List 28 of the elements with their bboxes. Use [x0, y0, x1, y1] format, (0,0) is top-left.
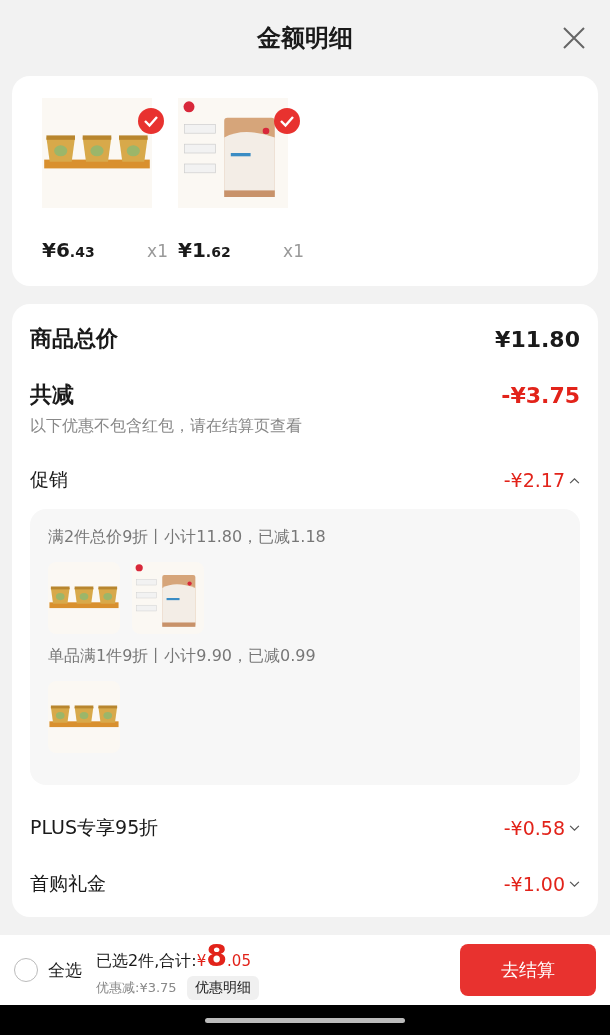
discount-value[interactable]: -¥2.17: [503, 469, 565, 491]
checkmark-icon[interactable]: [138, 108, 164, 134]
product-price: ¥1.62: [178, 238, 231, 262]
product-price: ¥6.43: [42, 238, 95, 262]
select-all-label[interactable]: 全选: [48, 958, 82, 982]
discount-label: 促销: [30, 467, 68, 492]
close-icon[interactable]: [562, 26, 586, 50]
total-value: ¥11.80: [495, 326, 580, 352]
home-indicator[interactable]: [205, 1017, 405, 1023]
reduction-value: -¥3.75: [501, 382, 580, 408]
promotion-rule: 单品满1件9折丨小计9.90，已减0.99: [48, 646, 317, 667]
discount-summary: 优惠减:¥3.75: [96, 978, 177, 997]
product-quantity: x1: [283, 241, 304, 261]
checkmark-icon[interactable]: [274, 108, 300, 134]
discount-value[interactable]: -¥0.58: [503, 817, 565, 839]
total-label: 商品总价: [30, 325, 118, 353]
product-quantity: x1: [147, 241, 168, 261]
discount-note: 以下优惠不包含红包，请在结算页查看: [30, 416, 303, 437]
discount-label: PLUS专享95折: [30, 815, 159, 840]
discount-label: 首购礼金: [30, 871, 106, 896]
reduction-label: 共减: [30, 381, 74, 409]
promotion-rule: 满2件总价9折丨小计11.80，已减1.18: [48, 527, 327, 548]
selected-summary: 已选2件,合计:: [96, 950, 197, 972]
dialog-title: 金额明细: [257, 23, 353, 54]
discount-value[interactable]: -¥1.00: [503, 873, 565, 895]
total-price: ¥8.05: [196, 940, 251, 971]
discount-details-button[interactable]: 优惠明细: [186, 975, 259, 1000]
checkout-button[interactable]: 去结算: [460, 944, 596, 996]
